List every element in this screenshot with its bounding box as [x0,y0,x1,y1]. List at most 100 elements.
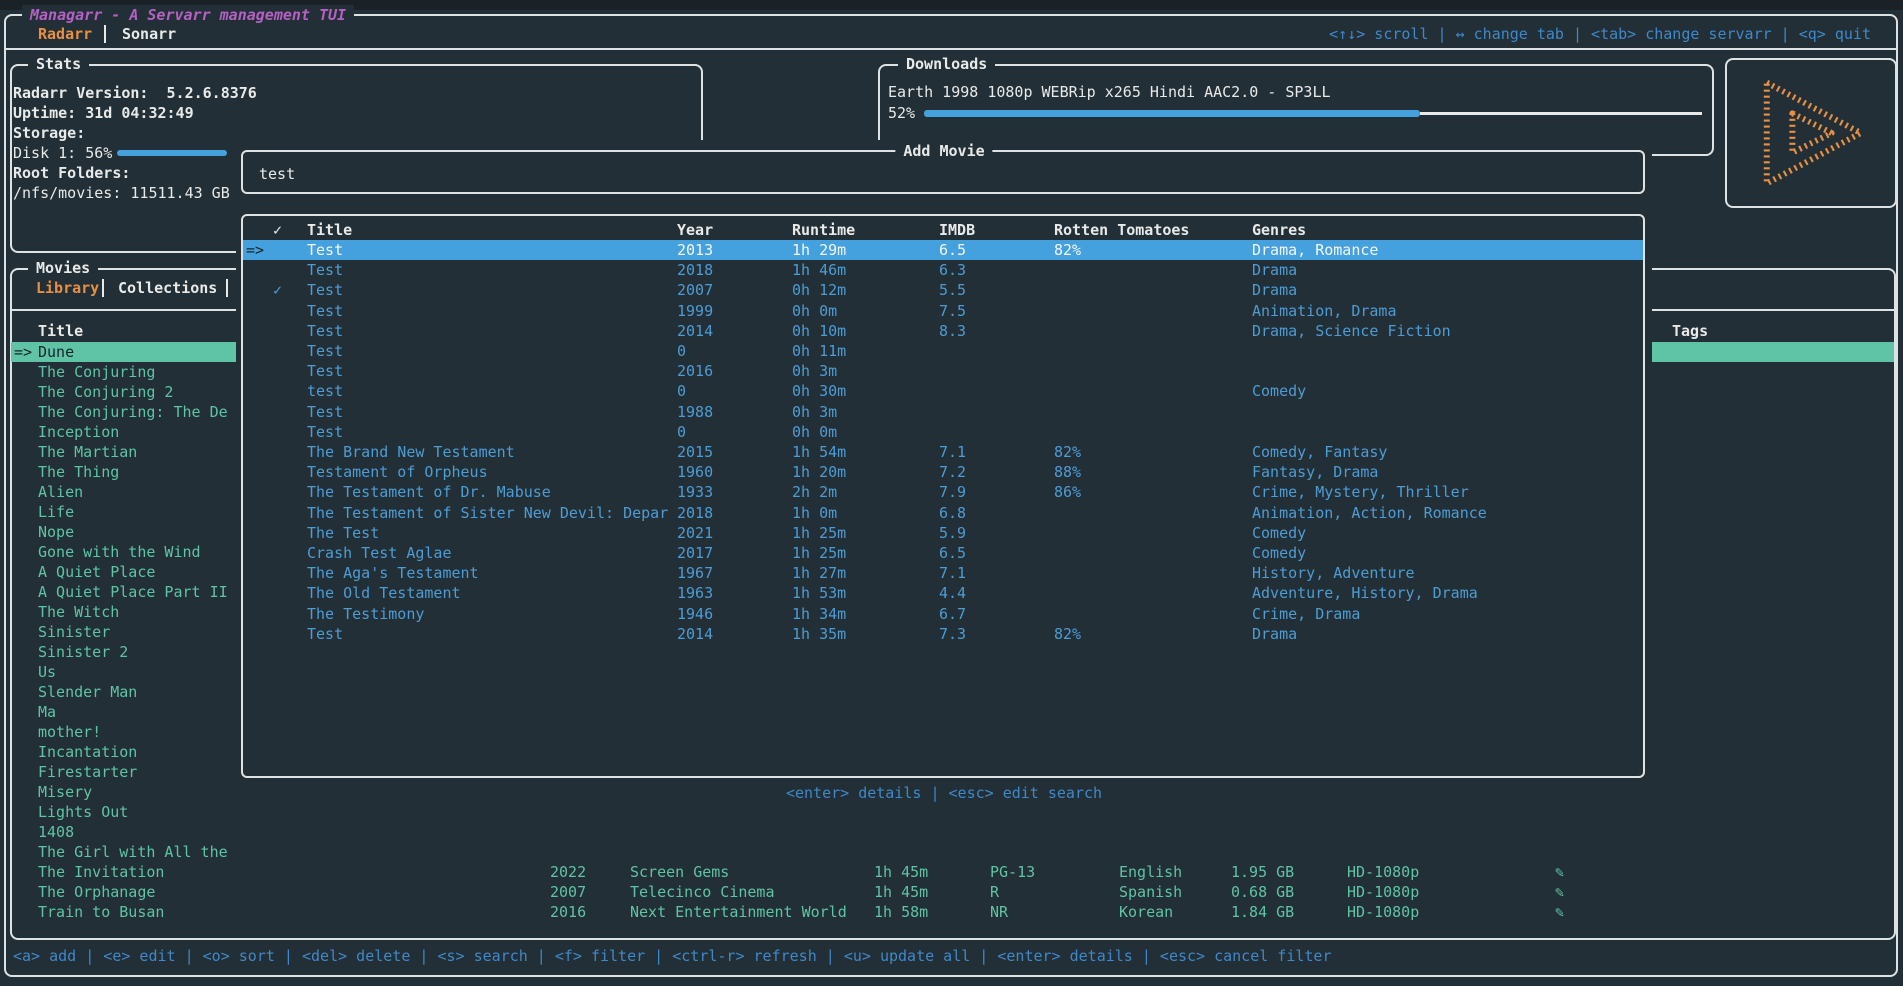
movie-list-item[interactable]: Us [38,662,56,682]
modal-help-bar: <enter> details | <esc> edit search [236,783,1652,803]
movie-list-item[interactable]: A Quiet Place Part II [38,582,228,602]
search-input[interactable] [259,164,1629,184]
movie-list-item[interactable]: Ma [38,702,56,722]
movie-list-item[interactable]: The Conjuring: The De [38,402,228,422]
root-folder-value: /nfs/movies: 11511.43 GB [13,183,230,203]
result-row[interactable]: The Testimony19461h 34m6.7Crime, Drama [243,604,1643,624]
result-row[interactable]: Test20140h 10m8.3Drama, Science Fiction [243,321,1643,341]
result-year: 0 [677,381,686,401]
result-row[interactable]: The Brand New Testament20151h 54m7.182%C… [243,442,1643,462]
result-imdb: 7.9 [939,482,966,502]
movie-list-item[interactable]: Alien [38,482,83,502]
result-row[interactable]: The Aga's Testament19671h 27m7.1History,… [243,563,1643,583]
result-imdb: 7.5 [939,301,966,321]
movie-list-item[interactable]: Train to Busan [38,902,164,922]
download-progress-fill [924,110,1420,117]
result-genres: Drama [1252,624,1297,644]
movie-list-item[interactable]: Life [38,502,74,522]
result-title: Test [307,301,343,321]
result-row[interactable]: ✓Test20070h 12m5.5Drama [243,280,1643,300]
movie-list-item[interactable]: Dune [38,342,74,362]
result-row[interactable]: =>Test20131h 29m6.582%Drama, Romance [243,240,1643,260]
disk-usage-bar [117,150,227,156]
result-title: The Test [307,523,379,543]
pencil-icon: ✎ [1555,862,1564,882]
movie-list-item[interactable]: Gone with the Wind [38,542,201,562]
movie-list-item[interactable]: Sinister [38,622,110,642]
result-year: 2015 [677,442,713,462]
result-runtime: 1h 35m [792,624,846,644]
result-row[interactable]: Test 1999 0h 0m 7.5 Animation, Drama [243,301,1643,321]
movie-row-runtime: 1h 45m [874,882,928,902]
result-genres: Animation, Drama [1252,301,1397,321]
result-row[interactable]: Test20160h 3m [243,361,1643,381]
result-row[interactable]: The Testament of Dr. Mabuse19332h 2m7.98… [243,482,1643,502]
app-title: Managarr - A Servarr management TUI [22,5,354,25]
disk-usage-label: Disk 1: 56% [13,143,112,163]
movie-list-item[interactable]: Firestarter [38,762,137,782]
uptime: Uptime: 31d 04:32:49 [13,103,194,123]
movie-list-item[interactable]: Slender Man [38,682,137,702]
result-title: Test [307,280,343,300]
result-row[interactable]: Test00h 11m [243,341,1643,361]
movie-list-item[interactable]: The Conjuring [38,362,155,382]
add-movie-modal: Add Movie ✓TitleYearRuntimeIMDBRotten To… [236,140,1652,862]
tab-radarr[interactable]: Radarr [38,24,92,44]
result-row[interactable]: test00h 30mComedy [243,381,1643,401]
result-runtime: 1h 20m [792,462,846,482]
result-row[interactable]: Test19880h 3m [243,402,1643,422]
result-title: Test [307,361,343,381]
movie-list-item[interactable]: Incantation [38,742,137,762]
result-row[interactable]: Testament of Orpheus19601h 20m7.288%Fant… [243,462,1643,482]
result-genres: History, Adventure [1252,563,1415,583]
result-rotten_tomatoes: 82% [1054,442,1081,462]
movie-list-item[interactable]: The Martian [38,442,137,462]
movie-list-item[interactable]: mother! [38,722,101,742]
movie-row-quality: HD-1080p [1347,862,1419,882]
result-year: 1999 [677,301,713,321]
result-genres: Comedy, Fantasy [1252,442,1387,462]
result-title: The Brand New Testament [307,442,515,462]
result-title: Test [307,402,343,422]
movie-list-item[interactable]: The Orphanage [38,882,155,902]
result-runtime: 0h 0m [792,301,837,321]
result-year: 2016 [677,361,713,381]
column-header: Runtime [792,220,855,240]
result-row[interactable]: The Test20211h 25m5.9Comedy [243,523,1643,543]
movie-list-item[interactable]: Nope [38,522,74,542]
tab-sonarr[interactable]: Sonarr [122,24,176,44]
result-imdb: 7.1 [939,563,966,583]
column-header: ✓ [273,220,282,240]
movie-list-item[interactable]: The Conjuring 2 [38,382,173,402]
movie-list-item[interactable]: A Quiet Place [38,562,155,582]
movie-list-item[interactable]: The Invitation [38,862,164,882]
movie-list-item[interactable]: Lights Out [38,802,128,822]
movie-row-runtime: 1h 45m [874,862,928,882]
result-row[interactable]: Crash Test Aglae20171h 25m6.5Comedy [243,543,1643,563]
result-row[interactable]: Test20141h 35m7.382%Drama [243,624,1643,644]
result-row[interactable]: Test00h 0m [243,422,1643,442]
result-row[interactable]: The Old Testament19631h 53m4.4Adventure,… [243,583,1643,603]
result-year: 0 [677,422,686,442]
result-year: 2013 [677,240,713,260]
movie-list-item[interactable]: The Witch [38,602,119,622]
root-folders-label: Root Folders: [13,163,130,183]
result-runtime: 0h 0m [792,422,837,442]
movie-list-item[interactable]: The Thing [38,462,119,482]
movie-list-item[interactable]: 1408 [38,822,74,842]
result-row[interactable]: The Testament of Sister New Devil: Depar… [243,503,1643,523]
tab-library[interactable]: Library [36,278,99,298]
result-title: Test [307,624,343,644]
movie-list-item[interactable]: Sinister 2 [38,642,128,662]
result-genres: Drama, Science Fiction [1252,321,1451,341]
movie-row-year: 2007 [550,882,586,902]
movie-list-item[interactable]: Inception [38,422,119,442]
result-rotten_tomatoes: 82% [1054,240,1081,260]
movie-list-item[interactable]: Misery [38,782,92,802]
movie-list-item[interactable]: The Girl with All the [38,842,228,862]
result-row[interactable]: Test20181h 46m6.3Drama [243,260,1643,280]
result-genres: Drama [1252,280,1297,300]
download-item-title: Earth 1998 1080p WEBRip x265 Hindi AAC2.… [888,82,1331,102]
result-imdb: 4.4 [939,583,966,603]
tab-collections[interactable]: Collections [118,278,217,298]
